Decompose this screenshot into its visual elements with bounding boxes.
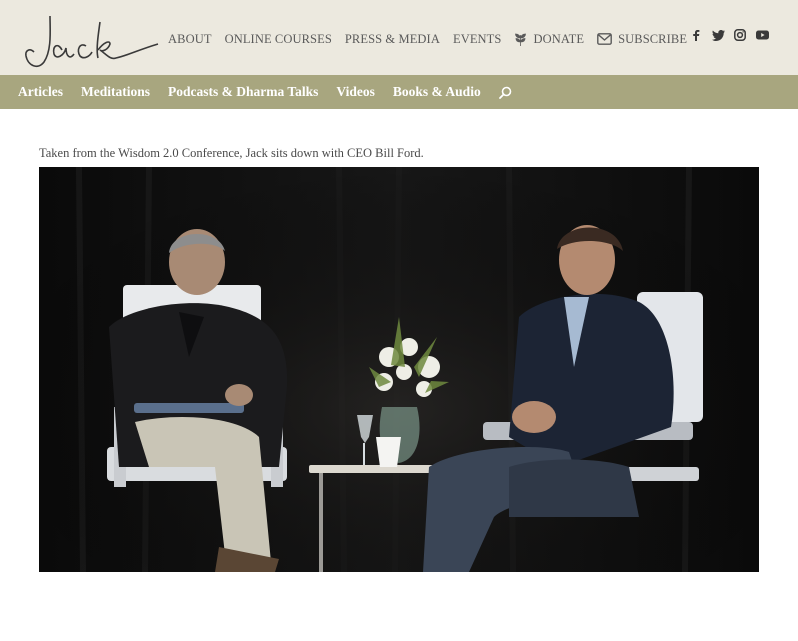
envelope-icon — [597, 33, 612, 45]
nav-about-label: ABOUT — [168, 31, 212, 46]
nav-events[interactable]: EVENTS — [453, 32, 502, 47]
instagram-icon[interactable] — [732, 27, 748, 43]
nav-online-courses[interactable]: ONLINE COURSES — [225, 32, 332, 47]
search-icon[interactable] — [498, 86, 512, 99]
top-navigation: ABOUT ONLINE COURSES PRESS & MEDIA EVENT… — [168, 30, 700, 48]
subnav-podcasts[interactable]: Podcasts & Dharma Talks — [168, 84, 318, 100]
twitter-icon[interactable] — [710, 27, 726, 43]
nav-donate[interactable]: DONATE — [514, 32, 584, 47]
subnav-books-audio[interactable]: Books & Audio — [393, 84, 481, 100]
jack-signature-logo[interactable] — [22, 10, 162, 70]
video-frame-still — [39, 167, 759, 572]
subnav-videos[interactable]: Videos — [336, 84, 375, 100]
nav-online-courses-label: ONLINE COURSES — [224, 31, 332, 46]
nav-subscribe[interactable]: SUBSCRIBE — [597, 32, 687, 47]
category-navigation: Articles Meditations Podcasts & Dharma T… — [0, 75, 798, 109]
nav-donate-label: DONATE — [533, 31, 585, 46]
nav-subscribe-label: SUBSCRIBE — [618, 31, 688, 46]
facebook-icon[interactable] — [688, 27, 704, 43]
subnav-meditations[interactable]: Meditations — [81, 84, 150, 100]
video-player[interactable] — [39, 167, 759, 572]
site-header: ABOUT ONLINE COURSES PRESS & MEDIA EVENT… — [0, 0, 798, 75]
nav-press-media[interactable]: PRESS & MEDIA — [345, 32, 440, 47]
nav-events-label: EVENTS — [452, 31, 502, 46]
youtube-icon[interactable] — [754, 27, 770, 43]
nav-press-media-label: PRESS & MEDIA — [344, 31, 440, 46]
subnav-articles[interactable]: Articles — [18, 84, 63, 100]
nav-about[interactable]: ABOUT — [168, 32, 212, 47]
video-caption: Taken from the Wisdom 2.0 Conference, Ja… — [39, 146, 424, 160]
social-links — [688, 27, 776, 43]
leaf-icon — [514, 32, 527, 46]
